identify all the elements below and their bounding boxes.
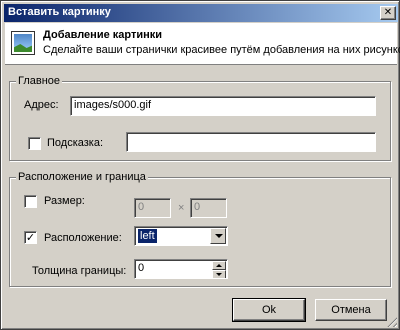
hint-label: Подсказка: bbox=[47, 137, 104, 149]
arrow-down-icon bbox=[216, 273, 222, 276]
height-input[interactable]: 0 bbox=[190, 198, 227, 218]
title-bar[interactable]: Вставить картинку ✕ bbox=[4, 4, 398, 22]
cancel-button[interactable]: Отмена bbox=[315, 299, 387, 321]
align-label: Расположение: bbox=[44, 232, 122, 244]
picture-icon bbox=[11, 31, 35, 55]
main-group-legend: Главное bbox=[16, 75, 63, 87]
width-input[interactable]: 0 bbox=[134, 198, 171, 218]
border-width-spinner[interactable]: 0 bbox=[134, 259, 228, 279]
ok-button[interactable]: Ok bbox=[232, 298, 306, 322]
header-title: Добавление картинки bbox=[43, 29, 163, 41]
layout-group-legend: Расположение и граница bbox=[16, 171, 148, 183]
align-select[interactable]: left bbox=[134, 226, 228, 246]
border-label: Толщина границы: bbox=[32, 265, 127, 277]
align-checkbox[interactable]: ✓ bbox=[24, 231, 37, 244]
times-icon: × bbox=[178, 202, 185, 214]
spin-down-button[interactable] bbox=[212, 270, 226, 278]
border-width-value: 0 bbox=[138, 262, 145, 274]
dialog-header: Добавление картинки Сделайте ваши страни… bbox=[5, 23, 400, 65]
size-checkbox[interactable] bbox=[24, 195, 37, 208]
checkmark-icon: ✓ bbox=[25, 231, 36, 244]
address-label: Адрес: bbox=[24, 99, 59, 111]
layout-groupbox: Расположение и граница Размер: 0 × 0 ✓ Р… bbox=[9, 171, 391, 287]
close-button[interactable]: ✕ bbox=[380, 6, 396, 20]
header-subtitle: Сделайте ваши странички красивее путём д… bbox=[43, 44, 400, 56]
chevron-down-icon bbox=[215, 234, 223, 238]
address-input[interactable]: images/s000.gif bbox=[70, 96, 376, 116]
hint-input[interactable] bbox=[126, 132, 376, 152]
close-icon: ✕ bbox=[383, 7, 393, 18]
size-label: Размер: bbox=[44, 195, 85, 207]
main-groupbox: Главное Адрес: images/s000.gif Подсказка… bbox=[9, 75, 391, 161]
hint-checkbox[interactable] bbox=[28, 137, 41, 150]
spin-up-button[interactable] bbox=[212, 261, 226, 270]
align-select-value: left bbox=[138, 229, 157, 243]
insert-image-dialog: Вставить картинку ✕ Добавление картинки … bbox=[0, 0, 400, 330]
align-dropdown-button[interactable] bbox=[210, 228, 226, 244]
arrow-up-icon bbox=[216, 264, 222, 267]
window-title: Вставить картинку bbox=[8, 6, 111, 18]
